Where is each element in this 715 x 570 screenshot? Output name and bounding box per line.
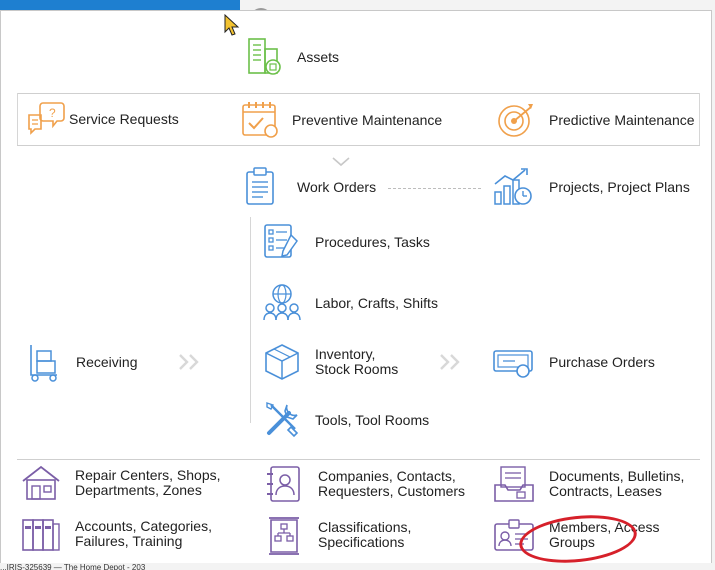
menu-item-work-orders[interactable]: Work Orders [243,166,376,208]
menu-item-predictive-maintenance[interactable]: Predictive Maintenance [495,99,695,141]
wrench-screwdriver-icon [266,402,299,438]
accounts-label-line1: Accounts, Categories, [75,518,212,534]
work-orders-label: Work Orders [297,178,377,195]
menu-item-preventive-maintenance[interactable]: Preventive Maintenance [239,99,442,141]
menu-item-repair-centers[interactable]: Repair Centers, Shops, Departments, Zone… [19,463,221,503]
document-tray-icon [494,466,534,502]
assets-label: Assets [297,48,340,65]
menu-item-documents[interactable]: Documents, Bulletins, Contracts, Leases [491,463,684,505]
target-icon [498,104,533,137]
tools-label: Tools, Tool Rooms [315,411,430,428]
menu-item-service-requests[interactable]: ? Service Requests [25,99,179,139]
divider [17,145,700,146]
binders-icon [22,519,60,551]
shop-icon [22,465,60,500]
service-requests-label: Service Requests [69,110,179,127]
classifications-text: Classifications, Specifications [318,520,411,550]
receiving-label: Receiving [76,353,138,370]
accounts-text: Accounts, Categories, Failures, Training [75,519,212,549]
divider [699,93,700,145]
hand-truck-icon [30,345,57,382]
menu-item-accounts[interactable]: Accounts, Categories, Failures, Training [19,514,212,554]
double-chevron-right-icon [179,354,199,370]
taskbar-strip: ...IRIS-325639 — The Home Depot - 203 [0,563,715,570]
menu-item-assets[interactable]: Assets [243,35,339,79]
preventive-maintenance-label: Preventive Maintenance [292,111,443,128]
predictive-maintenance-label: Predictive Maintenance [549,111,695,128]
chat-question-icon: ? [28,102,65,135]
double-chevron-right-icon [440,354,460,370]
growth-chart-icon [494,168,532,205]
accounts-label-line2: Failures, Training [75,533,183,549]
documents-label-line2: Contracts, Leases [549,483,662,499]
repair-label-line1: Repair Centers, Shops, [75,467,221,483]
menu-item-companies[interactable]: Companies, Contacts, Requesters, Custome… [263,463,465,505]
checklist-icon [264,224,298,258]
box-icon [265,344,299,380]
divider [17,93,18,145]
divider [17,459,700,460]
calendar-check-icon [242,102,278,138]
connector-line [388,188,481,189]
menu-item-labor[interactable]: Labor, Crafts, Shifts [261,282,438,324]
menu-item-tools[interactable]: Tools, Tool Rooms [261,399,429,441]
clipboard-icon [246,167,274,205]
companies-label-line1: Companies, Contacts, [318,468,456,484]
address-book-icon [267,466,300,502]
inventory-text: Inventory, Stock Rooms [315,347,398,377]
documents-label-line1: Documents, Bulletins, [549,468,685,484]
menu-item-procedures[interactable]: Procedures, Tasks [261,221,430,263]
module-menu-panel: Assets ? Service Requests Preventive Mai… [0,10,712,569]
labor-label: Labor, Crafts, Shifts [315,294,438,311]
procedures-label: Procedures, Tasks [315,233,430,250]
purchase-ticket-icon [493,350,533,378]
repair-label-line2: Departments, Zones [75,482,202,498]
repair-text: Repair Centers, Shops, Departments, Zone… [75,468,221,498]
companies-label-line2: Requesters, Customers [318,483,466,499]
team-globe-icon [263,284,301,321]
companies-text: Companies, Contacts, Requesters, Custome… [318,469,465,499]
classifications-label-line1: Classifications, [318,519,412,535]
mouse-cursor-icon [224,14,240,36]
divider [17,93,700,94]
classifications-label-line2: Specifications [318,534,405,550]
menu-item-inventory[interactable]: Inventory, Stock Rooms [261,341,398,383]
inventory-label-line1: Inventory, [315,346,376,362]
menu-item-classifications[interactable]: Classifications, Specifications [263,514,411,556]
buildings-icon [248,38,281,75]
documents-text: Documents, Bulletins, Contracts, Leases [549,469,684,499]
purchase-orders-label: Purchase Orders [549,353,655,370]
menu-item-receiving[interactable]: Receiving [25,341,137,383]
tree-connector [250,217,251,423]
menu-item-projects[interactable]: Projects, Project Plans [491,166,690,208]
menu-item-purchase-orders[interactable]: Purchase Orders [491,341,655,383]
hierarchy-scroll-icon [269,517,299,555]
svg-text:?: ? [49,106,56,120]
inventory-label-line2: Stock Rooms [315,361,399,377]
projects-label: Projects, Project Plans [549,178,690,195]
